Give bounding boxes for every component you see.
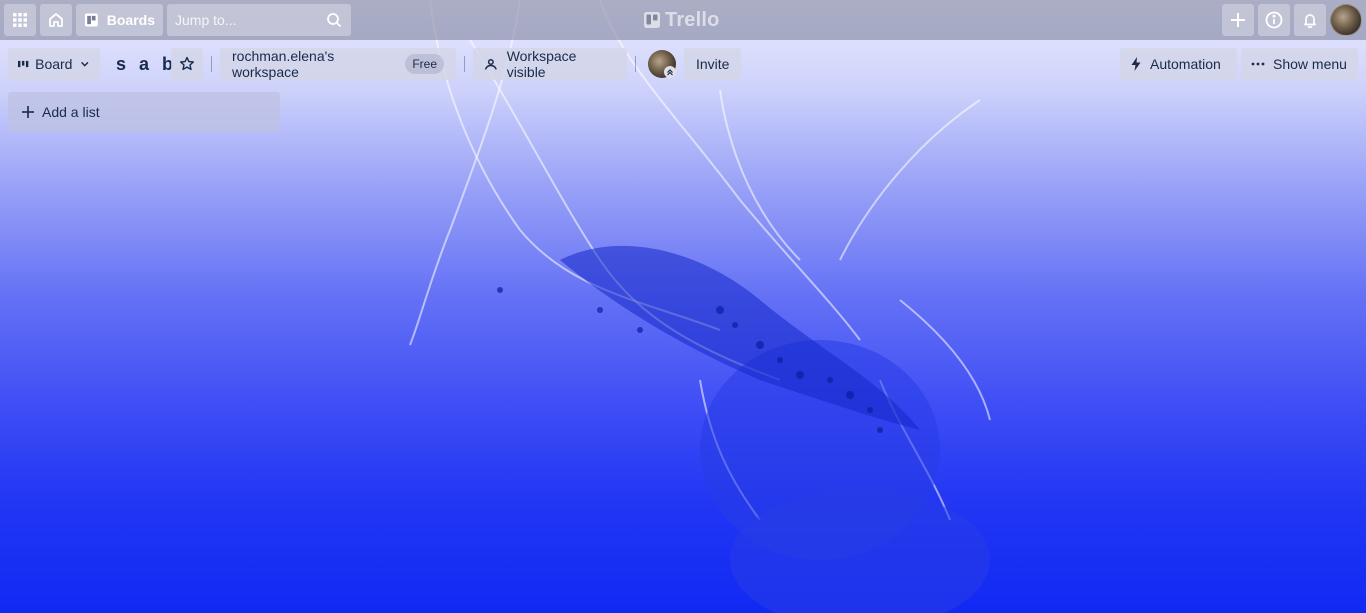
account-avatar[interactable] <box>1330 4 1362 36</box>
workspace-name: rochman.elena's workspace <box>232 48 335 80</box>
header-divider <box>464 56 465 72</box>
notifications-button[interactable] <box>1294 4 1326 36</box>
plus-icon <box>1231 13 1245 27</box>
automation-label: Automation <box>1150 56 1221 72</box>
header-divider <box>635 56 636 72</box>
home-button[interactable] <box>40 4 72 36</box>
board-view-switcher[interactable]: Board <box>8 48 100 80</box>
chevron-down-icon <box>81 61 89 67</box>
header-divider <box>211 56 212 72</box>
search-icon <box>327 13 342 28</box>
lightning-icon <box>1131 57 1141 71</box>
board-view-label: Board <box>35 56 73 72</box>
search-input[interactable] <box>175 12 315 28</box>
visibility-icon <box>484 59 497 70</box>
trello-logo-icon <box>644 12 660 28</box>
trello-logo[interactable]: Trello <box>644 8 720 32</box>
star-icon <box>180 56 194 71</box>
invite-label: Invite <box>696 56 730 72</box>
visibility-label: Workspace visible <box>506 48 577 80</box>
apps-switcher-button[interactable] <box>4 4 36 36</box>
boards-label: Boards <box>106 12 155 28</box>
plus-icon <box>22 106 34 118</box>
add-list-label: Add a list <box>42 104 100 120</box>
workspace-button[interactable]: rochman.elena's workspace Free <box>220 48 456 80</box>
show-menu-button[interactable]: Show menu <box>1241 48 1358 80</box>
star-board-button[interactable] <box>171 48 203 80</box>
bell-icon <box>1304 14 1316 28</box>
information-button[interactable] <box>1258 4 1290 36</box>
admin-chevron-icon <box>667 69 673 76</box>
top-navigation-bar: Boards Trello <box>0 0 1366 40</box>
boards-button[interactable]: Boards <box>76 4 163 36</box>
boards-icon <box>84 13 98 27</box>
workspace-plan-badge: Free <box>405 54 444 74</box>
show-menu-label: Show menu <box>1273 56 1347 72</box>
info-icon <box>1265 11 1283 29</box>
apps-grid-icon <box>13 13 27 27</box>
admin-badge <box>664 66 676 78</box>
automation-button[interactable]: Automation <box>1120 48 1237 80</box>
invite-button[interactable]: Invite <box>684 48 741 80</box>
trello-logo-text: Trello <box>665 8 720 31</box>
more-icon <box>1251 62 1265 66</box>
visibility-button[interactable]: Workspace visible <box>473 48 627 80</box>
add-list-button[interactable]: Add a list <box>8 92 280 132</box>
create-button[interactable] <box>1222 4 1254 36</box>
board-view-icon <box>18 60 29 68</box>
home-icon <box>49 13 63 27</box>
search-box[interactable] <box>167 4 351 36</box>
